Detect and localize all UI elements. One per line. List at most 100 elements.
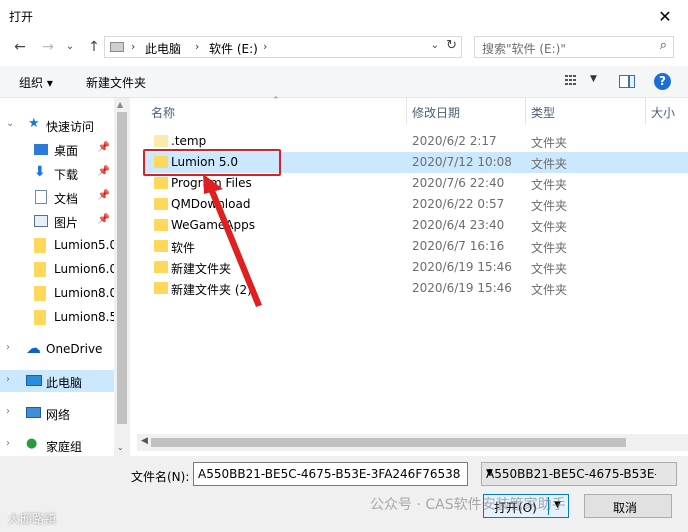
desktop-icon: [34, 144, 48, 155]
folder-icon: [34, 286, 46, 301]
sidebar-item-homegroup[interactable]: › ● 家庭组: [0, 434, 114, 456]
command-bar: 组织 ▾ 新建文件夹 ▼ ?: [0, 66, 688, 98]
file-date: 2020/7/12 10:08: [412, 155, 512, 169]
sidebar-item-network[interactable]: › 网络: [0, 402, 114, 424]
sidebar-item-label: 家庭组: [46, 440, 83, 454]
file-list-hscrollbar[interactable]: ◀: [137, 434, 688, 451]
sidebar-item-downloads[interactable]: ⬇ 下载 📌: [0, 162, 114, 184]
picture-icon: [34, 215, 48, 227]
expand-chevron-icon[interactable]: ›: [6, 374, 10, 385]
sidebar-scrollbar[interactable]: ▲ ⌄: [114, 98, 130, 456]
back-button[interactable]: ←: [10, 38, 30, 56]
sidebar-item-quick-access[interactable]: ⌄ ★ 快速访问: [0, 114, 114, 136]
scrollbar-thumb[interactable]: [151, 438, 626, 447]
search-input[interactable]: 搜索"软件 (E:)": [482, 40, 566, 57]
sidebar-item-label: Lumion6.0: [54, 262, 118, 276]
file-type: 文件夹: [531, 136, 568, 150]
sidebar-item-lumion60[interactable]: Lumion6.0: [0, 258, 118, 280]
up-button[interactable]: ↑: [84, 38, 104, 56]
address-bar[interactable]: › 此电脑 › 软件 (E:) › ⌄ ↻: [104, 36, 462, 58]
dialog-footer: 文件名(N): A550BB21-BE5C-4675-B53E-3FA246F7…: [0, 456, 688, 532]
search-icon[interactable]: ⌕: [660, 38, 667, 53]
file-row[interactable]: 新建文件夹 2020/6/19 15:46 文件夹: [145, 257, 688, 278]
sidebar-item-label: 快速访问: [46, 120, 95, 134]
sort-ascending-icon: ⌃: [272, 96, 280, 106]
file-row[interactable]: 软件 2020/6/7 16:16 文件夹: [145, 236, 688, 257]
column-header-name[interactable]: 名称: [151, 104, 175, 121]
star-icon: ★: [28, 116, 40, 131]
file-row[interactable]: QMDownload 2020/6/22 0:57 文件夹: [145, 194, 688, 215]
breadcrumb-this-pc[interactable]: 此电脑: [145, 40, 181, 57]
column-divider[interactable]: [406, 98, 407, 124]
forward-button[interactable]: →: [38, 38, 58, 56]
file-type: 文件夹: [531, 283, 568, 297]
file-row[interactable]: 新建文件夹 (2) 2020/6/19 15:46 文件夹: [145, 278, 688, 299]
expand-chevron-icon[interactable]: ›: [6, 406, 10, 417]
column-divider[interactable]: [645, 98, 646, 124]
folder-icon: [154, 261, 168, 273]
view-options-icon[interactable]: [565, 74, 579, 88]
expand-chevron-icon[interactable]: ⌄: [6, 118, 14, 129]
file-date: 2020/7/6 22:40: [412, 176, 505, 190]
file-type: 文件夹: [531, 178, 568, 192]
file-name: 新建文件夹: [171, 262, 232, 276]
help-icon[interactable]: ?: [654, 73, 671, 90]
file-row[interactable]: Program Files 2020/7/6 22:40 文件夹: [145, 173, 688, 194]
preview-pane-icon[interactable]: [619, 75, 635, 88]
cancel-button[interactable]: 取消: [584, 494, 672, 518]
sidebar-item-pictures[interactable]: 图片 📌: [0, 210, 114, 232]
sidebar-item-label: OneDrive: [46, 342, 103, 356]
column-divider[interactable]: [525, 98, 526, 124]
sidebar-item-lumion50[interactable]: Lumion5.0: [0, 234, 117, 256]
refresh-icon[interactable]: ↻: [446, 38, 457, 53]
view-dropdown-icon[interactable]: ▼: [590, 74, 597, 84]
scrollbar-thumb[interactable]: [117, 112, 127, 424]
new-folder-button[interactable]: 新建文件夹: [86, 74, 146, 91]
search-box[interactable]: 搜索"软件 (E:)" ⌕: [474, 36, 674, 58]
breadcrumb-separator-icon: ›: [131, 40, 136, 53]
sidebar-item-label: 网络: [46, 408, 71, 422]
sidebar-item-lumion80[interactable]: Lumion8.0: [0, 282, 117, 304]
corner-watermark: 大邸路镇: [8, 512, 57, 526]
file-name: 新建文件夹 (2): [171, 283, 252, 297]
address-dropdown-icon[interactable]: ⌄: [431, 40, 439, 51]
sidebar-item-desktop[interactable]: 桌面 📌: [0, 138, 114, 160]
folder-icon: [154, 177, 168, 189]
expand-chevron-icon[interactable]: ›: [6, 342, 10, 353]
sidebar-item-label: 桌面: [54, 144, 79, 158]
column-header-type[interactable]: 类型: [531, 104, 555, 121]
folder-icon: [154, 135, 168, 147]
scroll-up-icon[interactable]: ▲: [117, 100, 123, 109]
file-date: 2020/6/2 2:17: [412, 134, 497, 148]
column-header-size[interactable]: 大小: [651, 104, 675, 121]
organize-label: 组织: [19, 76, 44, 90]
file-name: .temp: [171, 134, 207, 148]
window-title: 打开: [9, 10, 34, 24]
expand-chevron-icon[interactable]: ›: [6, 438, 10, 449]
sidebar-item-this-pc[interactable]: › 此电脑: [0, 370, 114, 392]
folder-icon: [154, 198, 168, 210]
sidebar-item-lumion85[interactable]: Lumion8.5: [0, 306, 117, 328]
close-button[interactable]: ✕: [642, 0, 688, 32]
cancel-button-label: 取消: [613, 501, 638, 515]
folder-icon: [34, 310, 46, 325]
scroll-down-icon[interactable]: ⌄: [117, 443, 124, 452]
recent-locations-button[interactable]: ⌄: [60, 38, 80, 56]
scroll-left-icon[interactable]: ◀: [141, 436, 148, 446]
file-row[interactable]: WeGameApps 2020/6/4 23:40 文件夹: [145, 215, 688, 236]
column-header-row: ⌃ 名称 修改日期 类型 大小: [137, 96, 688, 124]
document-icon: [35, 190, 47, 204]
folder-icon: [154, 240, 168, 252]
filetype-select[interactable]: A550BB21-BE5C-4675-B53E- ▼: [481, 462, 677, 486]
chevron-down-icon: ▼: [486, 468, 493, 478]
breadcrumb-drive-e[interactable]: 软件 (E:): [209, 40, 258, 57]
sidebar-item-onedrive[interactable]: › ☁ OneDrive: [0, 338, 114, 360]
file-date: 2020/6/7 16:16: [412, 239, 505, 253]
column-header-date[interactable]: 修改日期: [412, 104, 460, 121]
file-name: Program Files: [171, 176, 252, 190]
filename-input[interactable]: A550BB21-BE5C-4675-B53E-3FA246F76538.: [193, 462, 468, 486]
computer-icon: [26, 375, 42, 386]
wechat-watermark: 公众号 · CAS软件安装管家助手: [370, 497, 566, 513]
organize-button[interactable]: 组织 ▾: [19, 74, 53, 91]
sidebar-item-documents[interactable]: 文档 📌: [0, 186, 114, 208]
